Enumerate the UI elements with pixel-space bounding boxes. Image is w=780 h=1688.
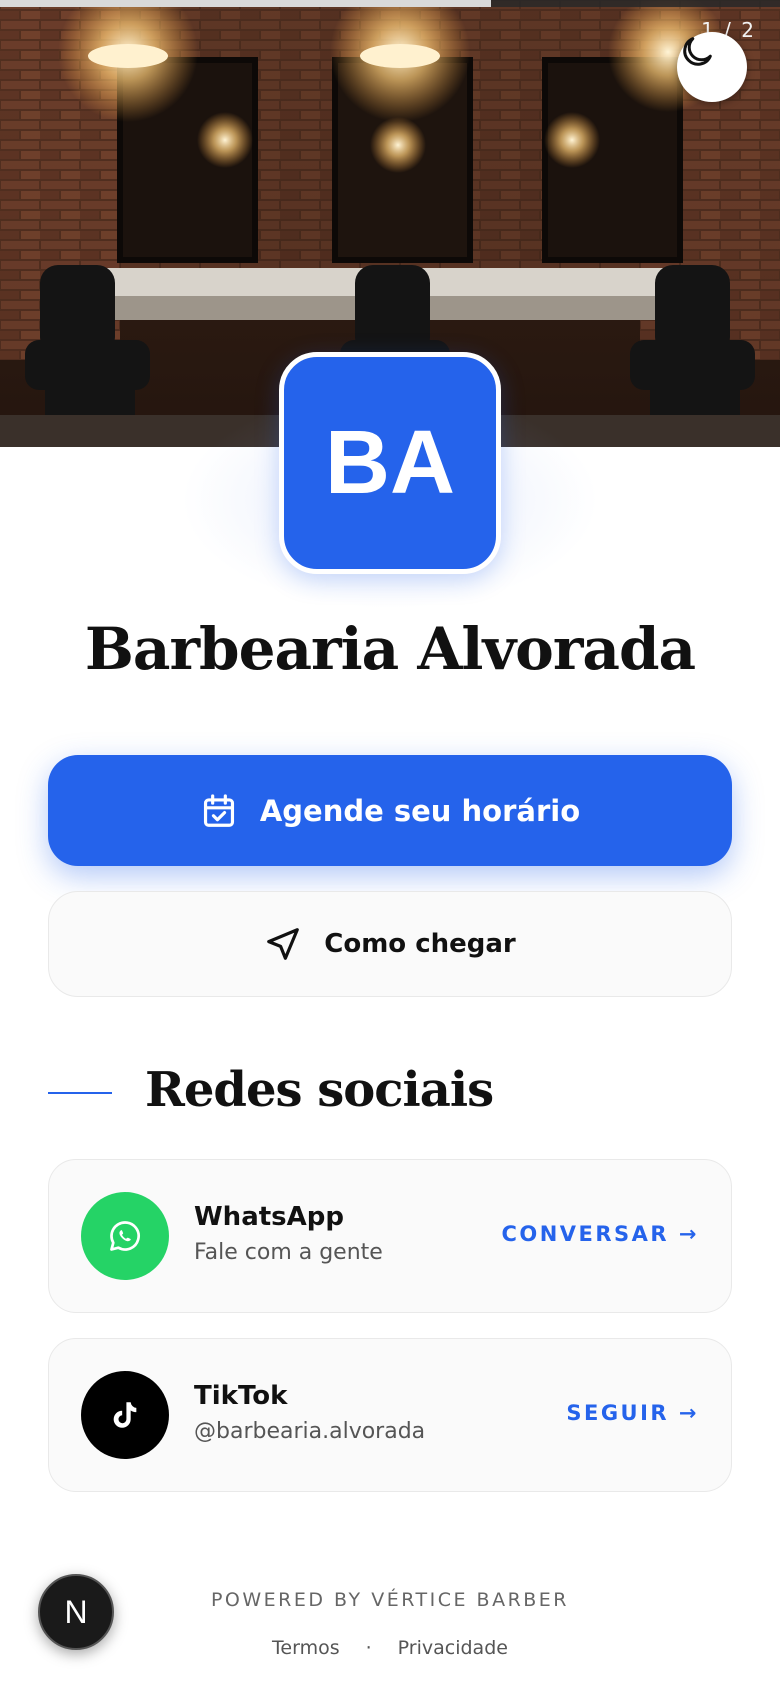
terms-link[interactable]: Termos: [272, 1637, 340, 1659]
business-name: Barbearia Alvorada: [84, 615, 696, 683]
section-accent-line: [48, 1092, 112, 1094]
footer-separator: ·: [365, 1637, 372, 1659]
whatsapp-name: WhatsApp: [194, 1202, 344, 1232]
book-appointment-label: Agende seu horário: [259, 793, 581, 828]
powered-by-text: POWERED BY VÉRTICE BARBER: [210, 1589, 570, 1611]
whatsapp-icon: [110, 1221, 140, 1251]
tiktok-name: TikTok: [194, 1381, 288, 1411]
tiktok-icon-circle: [81, 1371, 169, 1459]
social-card-tiktok[interactable]: TikTok @barbearia.alvorada SEGUIR →: [48, 1338, 732, 1492]
social-section-title: Redes sociais: [145, 1062, 494, 1118]
slide-progress-track: [0, 0, 780, 7]
privacy-link[interactable]: Privacidade: [398, 1637, 508, 1659]
business-logo: BA: [279, 352, 501, 574]
book-appointment-button[interactable]: Agende seu horário: [48, 755, 732, 866]
directions-label: Como chegar: [324, 929, 516, 959]
slide-progress-fill: [0, 0, 492, 7]
whatsapp-subtitle: Fale com a gente: [194, 1240, 383, 1265]
nextjs-dev-badge[interactable]: N: [38, 1574, 114, 1650]
footer-links: Termos · Privacidade: [0, 1637, 780, 1659]
social-card-whatsapp[interactable]: WhatsApp Fale com a gente CONVERSAR →: [48, 1159, 732, 1313]
navigation-arrow-icon: [267, 928, 300, 960]
tiktok-action-link[interactable]: SEGUIR →: [566, 1401, 699, 1425]
moon-icon: [683, 37, 712, 66]
tiktok-icon: [113, 1402, 137, 1428]
directions-button[interactable]: Como chegar: [48, 891, 732, 997]
calendar-check-icon: [203, 793, 234, 827]
whatsapp-icon-circle: [81, 1192, 169, 1280]
whatsapp-action-link[interactable]: CONVERSAR →: [501, 1222, 699, 1246]
tiktok-subtitle: @barbearia.alvorada: [194, 1419, 426, 1444]
theme-toggle-button[interactable]: [677, 32, 747, 102]
